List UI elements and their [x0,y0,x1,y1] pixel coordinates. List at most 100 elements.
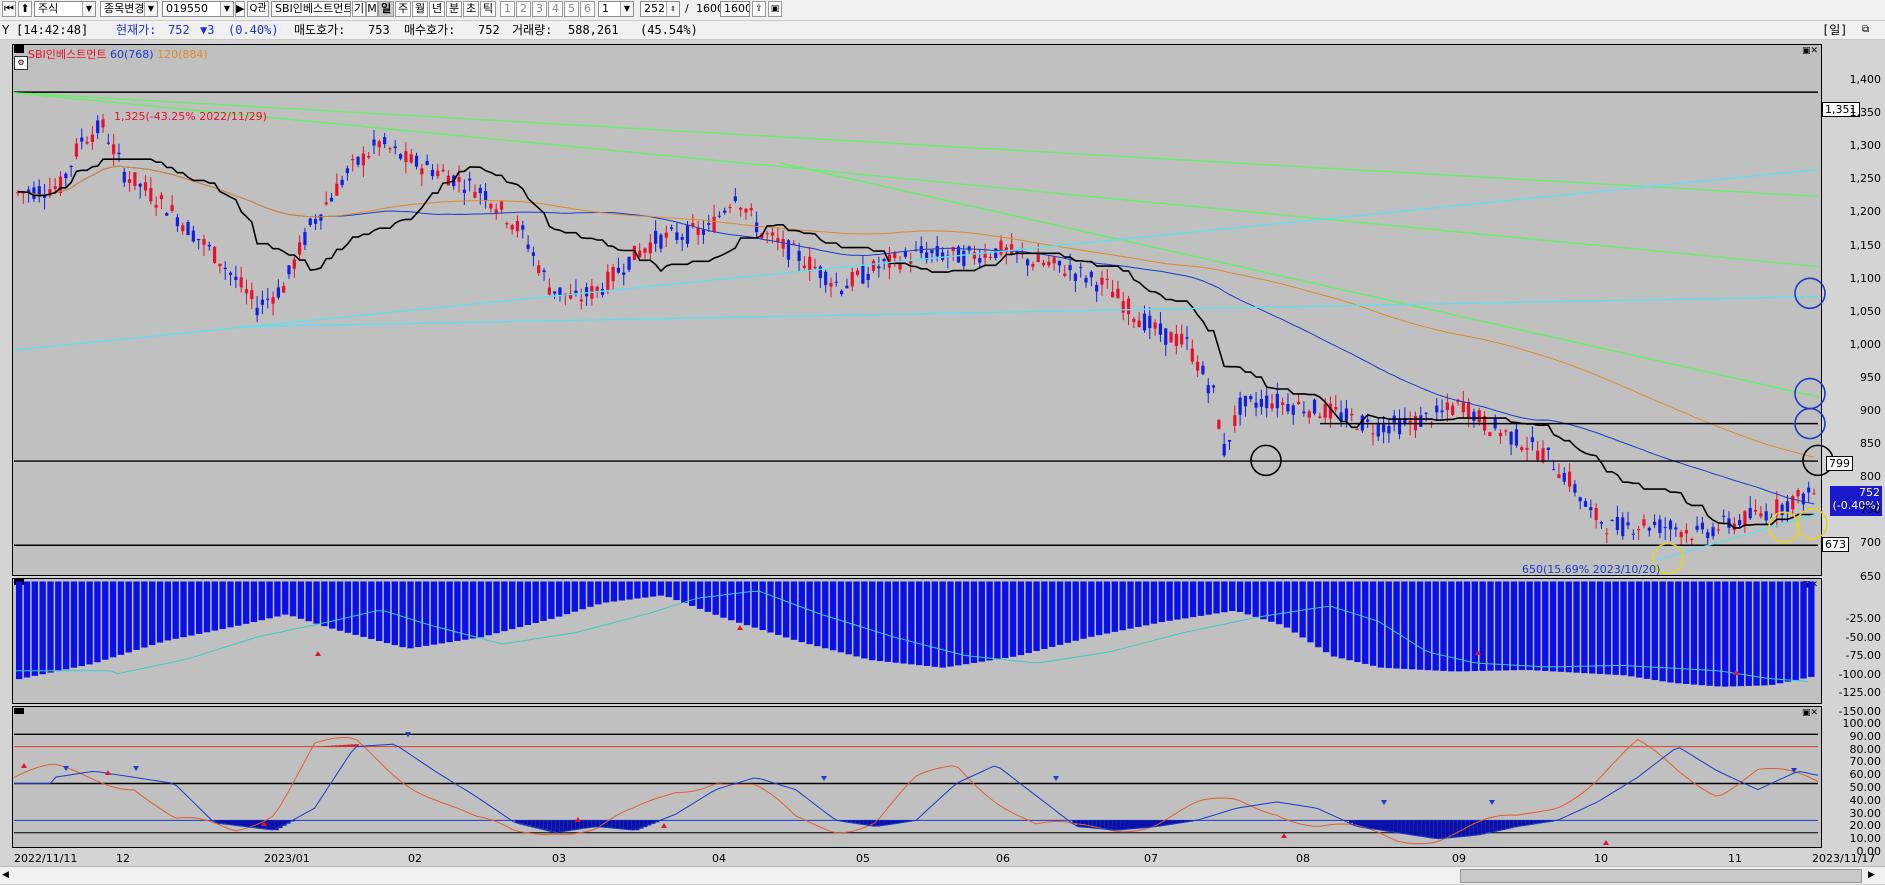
candle-body [643,248,647,253]
macd-bar [1542,581,1549,671]
candle-body [1498,432,1503,437]
price-axis-tick-label: 1,250 [1849,172,1882,186]
macd-bar [313,581,320,624]
buy-signal-arrow [315,651,321,656]
macd-bar [736,581,743,623]
stoch-oversold-fill [1124,820,1129,830]
candle-body [1658,519,1662,533]
scroll-thumb[interactable] [1460,869,1862,883]
candle-body [786,240,791,260]
candle-body [1716,529,1720,531]
macd-bar [1283,581,1291,628]
candle-body [638,250,642,258]
candle-body [117,152,121,155]
stoch-oversold-fill [1140,820,1145,829]
candle-body [1424,412,1428,414]
candle-body [1706,532,1710,539]
macd-bar [203,581,211,633]
candle-body [1073,273,1078,281]
macd-bar [1456,581,1463,672]
macd-bar [1808,581,1815,677]
scroll-left-icon[interactable]: ◀ [2,869,14,881]
macd-bar [125,581,132,653]
macd-bar [501,581,508,632]
sell-signal-arrow [1381,800,1387,805]
candle-body [765,233,769,235]
candle-body [1381,424,1386,433]
stoch-oversold-fill [1381,820,1386,831]
candle-body [234,276,238,280]
macd-bar [602,581,610,603]
candle-body [1174,333,1178,347]
stoch-oversold-fill [631,820,636,830]
macd-axis-tick-label: -125.00 [1838,686,1881,699]
price-axis-tick-label: 1,050 [1849,304,1882,318]
candle-body [329,197,334,202]
macd-bar [94,581,101,663]
candle-body [1652,521,1657,525]
candle-body [1557,474,1561,479]
x-axis-tick-label: 2023/01 [264,852,310,865]
price-axis-tick-label: 800 [1860,470,1881,484]
candle-body [1366,419,1370,422]
candle-body [404,151,408,163]
macd-bar [493,581,500,634]
macd-bar [180,581,187,638]
stoch-oversold-fill [1429,820,1434,838]
macd-axis-tick-label: -50.00 [1845,630,1881,644]
macd-bar [892,581,899,663]
horizontal-scrollbar[interactable]: ◀ ▶ [0,866,1885,884]
macd-bar [360,581,367,637]
macd-bar [235,581,242,626]
macd-bar [485,581,492,636]
macd-bar [1119,581,1126,631]
candle-body [808,256,812,272]
candle-body [1562,472,1566,482]
stoch-oversold-fill [1501,820,1506,830]
macd-bar [164,581,172,641]
price-axis-tick-label: 1,400 [1849,73,1882,86]
candle-body [1281,402,1285,406]
candle-body [616,267,621,273]
candle-body [191,230,195,242]
stoch-oversold-fill [234,820,239,826]
candle-body [1291,405,1295,415]
macd-bar [1636,581,1643,678]
candle-body [149,187,153,202]
marker-circle [1796,508,1828,540]
stoch-oversold-fill [1385,820,1390,831]
candle-body [1599,522,1604,524]
stoch-overbought-fill [326,745,331,747]
stoch-oversold-fill [270,820,275,830]
candle-body [994,248,998,258]
candle-body [951,247,955,252]
candle-body [1376,423,1380,437]
candle-body [1525,448,1529,450]
candle-body [669,227,674,229]
macd-bar [422,581,430,646]
candle-body [425,160,429,165]
stoch-oversold-fill [1445,820,1450,839]
trend-line-green [13,92,1819,268]
candle-body [675,232,679,240]
stoch-oversold-fill [591,820,596,828]
candle-body [1578,497,1582,502]
candle-body [1631,533,1635,535]
candle-body [962,250,966,267]
price-axis-tick-label: 1,350 [1849,106,1882,120]
candle-body [840,290,844,295]
candle-body [414,155,419,167]
stoch-oversold-fill [595,820,600,827]
macd-bar [837,581,845,653]
candle-body [553,291,557,294]
candle-body [1286,404,1290,412]
macd-bar [524,581,532,626]
candle-body [1095,284,1099,292]
candle-body [988,256,992,258]
macd-bar [1729,581,1737,687]
stoch-axis-tick-label: 40.00 [1849,793,1882,807]
candle-body [1153,322,1157,329]
macd-bar [344,581,352,633]
candle-body [935,245,939,257]
scroll-right-icon[interactable]: ▶ [1868,869,1880,881]
